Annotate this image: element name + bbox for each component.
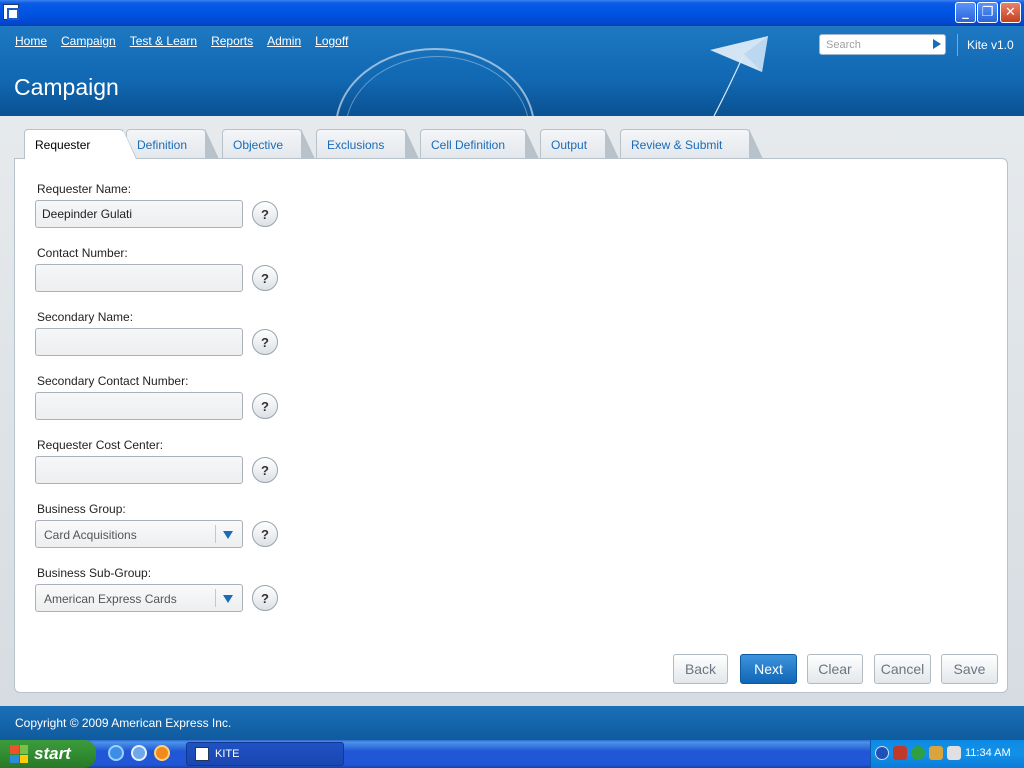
media-player-icon[interactable]: [154, 745, 170, 761]
contact-number-input[interactable]: [35, 264, 243, 292]
cancel-button[interactable]: Cancel: [874, 654, 931, 684]
requester-panel: [14, 158, 1008, 693]
save-button[interactable]: Save: [941, 654, 998, 684]
show-hidden-icons-icon[interactable]: [875, 746, 889, 760]
messenger-icon[interactable]: [911, 746, 925, 760]
network-icon[interactable]: [131, 745, 147, 761]
taskbar-item-label: KITE: [215, 748, 240, 760]
security-icon[interactable]: [893, 746, 907, 760]
dropdown-arrow-icon[interactable]: [223, 595, 233, 603]
business-subgroup-select[interactable]: American Express Cards: [35, 584, 243, 612]
requester-name-help-icon[interactable]: ?: [252, 201, 278, 227]
kite-logo-icon: [710, 36, 768, 116]
app-icon: [3, 4, 19, 20]
nav-home[interactable]: Home: [15, 34, 47, 48]
copyright-text: Copyright © 2009 American Express Inc.: [15, 716, 232, 730]
clear-button[interactable]: Clear: [807, 654, 863, 684]
contact-number-help-icon[interactable]: ?: [252, 265, 278, 291]
start-button[interactable]: start: [0, 740, 96, 768]
search-box: [819, 34, 946, 55]
business-group-select[interactable]: Card Acquisitions: [35, 520, 243, 548]
volume-icon[interactable]: [947, 746, 961, 760]
taskbar-item-kite[interactable]: KITE: [186, 742, 344, 766]
dropdown-arrow-icon[interactable]: [223, 531, 233, 539]
contact-number-label: Contact Number:: [37, 246, 128, 260]
cost-center-input[interactable]: [35, 456, 243, 484]
nav-test-learn[interactable]: Test & Learn: [130, 34, 197, 48]
close-button[interactable]: ✕: [1000, 2, 1021, 23]
cost-center-label: Requester Cost Center:: [37, 438, 164, 452]
nav-campaign[interactable]: Campaign: [61, 34, 116, 48]
tab-requester[interactable]: Requester: [24, 129, 137, 159]
app-icon: [195, 747, 209, 761]
business-group-help-icon[interactable]: ?: [252, 521, 278, 547]
cost-center-help-icon[interactable]: ?: [252, 457, 278, 483]
business-group-value: Card Acquisitions: [44, 528, 137, 542]
nav-admin[interactable]: Admin: [267, 34, 301, 48]
secondary-name-label: Secondary Name:: [37, 310, 134, 324]
page-title: Campaign: [14, 74, 119, 100]
tab-output[interactable]: Output: [540, 129, 619, 159]
tab-objective[interactable]: Objective: [222, 129, 315, 159]
nav-logoff[interactable]: Logoff: [315, 34, 348, 48]
tab-definition[interactable]: Definition: [126, 129, 219, 159]
main-nav: Home Campaign Test & Learn Reports Admin…: [15, 34, 362, 48]
search-go-icon[interactable]: [933, 39, 941, 49]
start-label: start: [34, 744, 71, 763]
next-button[interactable]: Next: [740, 654, 797, 684]
network-tray-icon[interactable]: [929, 746, 943, 760]
secondary-contact-help-icon[interactable]: ?: [252, 393, 278, 419]
windows-logo-icon: [10, 745, 28, 763]
tab-exclusions[interactable]: Exclusions: [316, 129, 419, 159]
business-subgroup-label: Business Sub-Group:: [37, 566, 152, 580]
version-label: Kite v1.0: [967, 38, 1014, 52]
clock: 11:34 AM: [965, 747, 1011, 759]
secondary-contact-label: Secondary Contact Number:: [37, 374, 189, 388]
taskbar: start KITE 11:34 AM: [0, 740, 1024, 768]
requester-name-label: Requester Name:: [37, 182, 132, 196]
secondary-contact-input[interactable]: [35, 392, 243, 420]
app-header: Home Campaign Test & Learn Reports Admin…: [0, 26, 1024, 116]
internet-explorer-icon[interactable]: [108, 745, 124, 761]
search-input[interactable]: [820, 35, 928, 55]
secondary-name-help-icon[interactable]: ?: [252, 329, 278, 355]
tab-review-submit[interactable]: Review & Submit: [620, 129, 763, 159]
system-tray: 11:34 AM: [870, 740, 1024, 768]
business-group-label: Business Group:: [37, 502, 126, 516]
window-titlebar: _ ❐ ✕: [0, 0, 1024, 26]
restore-button[interactable]: ❐: [977, 2, 998, 23]
app-footer: Copyright © 2009 American Express Inc.: [0, 706, 1024, 740]
business-subgroup-help-icon[interactable]: ?: [252, 585, 278, 611]
secondary-name-input[interactable]: [35, 328, 243, 356]
requester-name-input[interactable]: [35, 200, 243, 228]
business-subgroup-value: American Express Cards: [44, 592, 177, 606]
nav-reports[interactable]: Reports: [211, 34, 253, 48]
back-button[interactable]: Back: [673, 654, 728, 684]
minimize-button[interactable]: _: [955, 2, 976, 23]
tab-cell-definition[interactable]: Cell Definition: [420, 129, 539, 159]
